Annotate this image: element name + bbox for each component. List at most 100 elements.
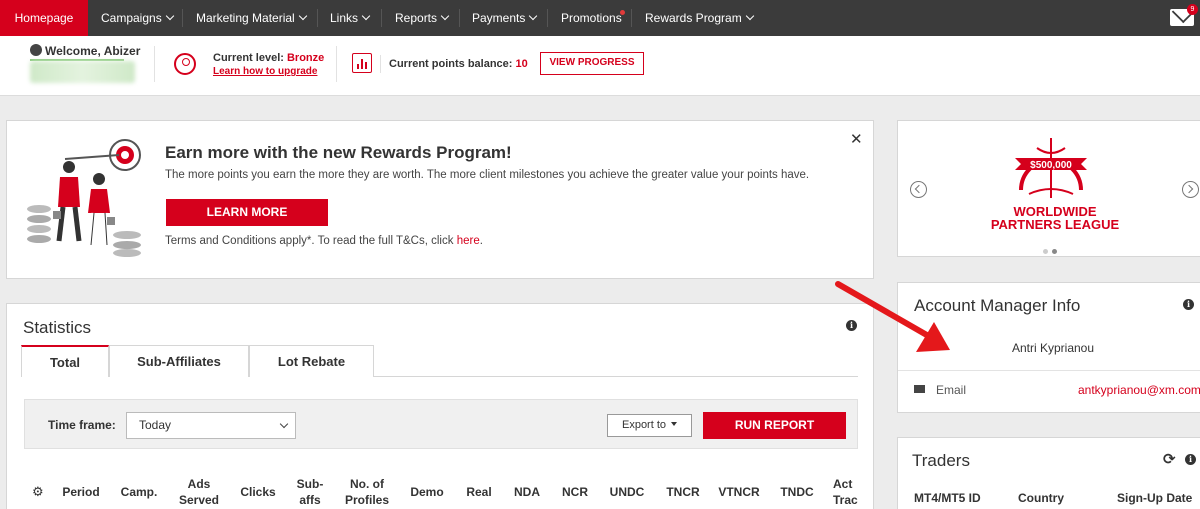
terms-link[interactable]: here bbox=[457, 235, 480, 247]
email-label: Email bbox=[936, 383, 967, 397]
annotation-arrow-icon bbox=[835, 281, 950, 352]
manager-email-link[interactable]: antkyprianou@xm.com bbox=[1078, 383, 1200, 397]
header-divider bbox=[154, 46, 155, 82]
info-icon[interactable]: i bbox=[1183, 299, 1194, 310]
league-amount: $500,000 bbox=[1030, 160, 1072, 171]
nav-reports-label: Reports bbox=[395, 11, 438, 25]
tab-sub-affiliates[interactable]: Sub-Affiliates bbox=[109, 345, 249, 377]
nav-links[interactable]: Links bbox=[330, 0, 371, 36]
nav-divider bbox=[317, 9, 318, 27]
nav-divider bbox=[631, 9, 632, 27]
timeframe-select[interactable]: Today bbox=[126, 412, 296, 439]
points-balance: Current points balance: 10 bbox=[389, 58, 528, 70]
column-header-line: Sub- bbox=[296, 477, 324, 491]
chevron-down-icon bbox=[529, 11, 538, 21]
nav-divider bbox=[182, 9, 183, 27]
user-icon bbox=[30, 44, 42, 56]
globe-badge-icon: $500,000 bbox=[1015, 138, 1087, 198]
traders-panel: Traders ⟳ i MT4/MT5 ID Country Sign-Up D… bbox=[897, 437, 1200, 509]
gear-icon[interactable]: ⚙ bbox=[32, 484, 44, 500]
traders-column-header: Country bbox=[1018, 491, 1064, 505]
column-header-period[interactable]: Period bbox=[57, 484, 105, 500]
nav-links-label: Links bbox=[330, 11, 359, 25]
nav-divider bbox=[381, 9, 382, 27]
nav-payments[interactable]: Payments bbox=[472, 0, 538, 36]
nav-marketing-material[interactable]: Marketing Material bbox=[196, 0, 307, 36]
level-badge-icon bbox=[174, 53, 196, 75]
nav-rewards-program[interactable]: Rewards Program bbox=[645, 0, 754, 36]
divider bbox=[898, 370, 1200, 371]
run-report-button[interactable]: RUN REPORT bbox=[703, 412, 846, 439]
carousel-dot[interactable] bbox=[1043, 249, 1048, 254]
traders-column-header: Sign-Up Date bbox=[1117, 491, 1193, 505]
nav-marketing-material-label: Marketing Material bbox=[196, 11, 295, 25]
column-header-line: Ads bbox=[187, 477, 211, 491]
column-header-demo[interactable]: Demo bbox=[403, 484, 451, 500]
league-title-line2: PARTNERS LEAGUE bbox=[990, 217, 1120, 232]
export-dropdown[interactable]: Export to bbox=[607, 414, 692, 437]
points-balance-value: 10 bbox=[515, 58, 528, 70]
points-balance-prefix: Current points balance: bbox=[389, 58, 513, 70]
nav-payments-label: Payments bbox=[472, 11, 526, 25]
column-header-campaign[interactable]: Camp. bbox=[115, 484, 163, 500]
column-header-line: Trac bbox=[833, 493, 858, 507]
info-icon[interactable]: i bbox=[1185, 454, 1196, 465]
column-header-vtncr[interactable]: VTNCR bbox=[711, 484, 767, 500]
nav-campaigns[interactable]: Campaigns bbox=[101, 0, 174, 36]
carousel-prev-icon[interactable] bbox=[910, 181, 927, 198]
chevron-down-icon bbox=[440, 11, 450, 21]
upgrade-link[interactable]: Learn how to upgrade bbox=[213, 66, 317, 77]
refresh-icon[interactable]: ⟳ bbox=[1163, 450, 1176, 468]
mail-count-badge: 9 bbox=[1187, 4, 1198, 15]
nav-homepage[interactable]: Homepage bbox=[0, 0, 88, 36]
column-header-line: Profiles bbox=[344, 493, 389, 507]
column-header-undc[interactable]: UNDC bbox=[603, 484, 651, 500]
close-icon[interactable]: ✕ bbox=[850, 130, 863, 148]
column-header-ads-served[interactable]: Ads Served bbox=[175, 476, 223, 508]
current-level-prefix: Current level: bbox=[213, 52, 284, 64]
terms-text: Terms and Conditions apply*. To read the… bbox=[165, 235, 483, 247]
redacted-account-info bbox=[30, 61, 135, 83]
column-header-tncr[interactable]: TNCR bbox=[659, 484, 707, 500]
nav-divider bbox=[547, 9, 548, 27]
column-header-real[interactable]: Real bbox=[455, 484, 503, 500]
chevron-down-icon bbox=[361, 11, 371, 21]
view-progress-button[interactable]: VIEW PROGRESS bbox=[540, 52, 644, 75]
column-header-line: affs bbox=[299, 493, 321, 507]
traders-column-header: MT4/MT5 ID bbox=[914, 491, 981, 505]
current-level: Current level: Bronze bbox=[213, 52, 324, 64]
carousel-dot-active[interactable] bbox=[1052, 249, 1057, 254]
league-carousel: $500,000 WORLDWIDE PARTNERS LEAGUE bbox=[897, 120, 1200, 257]
tab-lot-rebate[interactable]: Lot Rebate bbox=[249, 345, 374, 377]
column-header-nda[interactable]: NDA bbox=[503, 484, 551, 500]
carousel-next-icon[interactable] bbox=[1182, 181, 1199, 198]
rewards-title: Earn more with the new Rewards Program! bbox=[165, 143, 512, 162]
nav-rewards-program-label: Rewards Program bbox=[645, 11, 742, 25]
statistics-panel: Statistics i Total Sub-Affiliates Lot Re… bbox=[6, 303, 874, 509]
traders-title: Traders bbox=[912, 451, 970, 470]
column-header-ncr[interactable]: NCR bbox=[551, 484, 599, 500]
header-divider bbox=[336, 46, 337, 82]
header-divider bbox=[380, 55, 381, 73]
timeframe-label: Time frame: bbox=[48, 418, 116, 432]
nav-campaigns-label: Campaigns bbox=[101, 11, 162, 25]
learn-more-button[interactable]: LEARN MORE bbox=[166, 199, 328, 226]
chevron-down-icon bbox=[165, 11, 174, 21]
nav-reports[interactable]: Reports bbox=[395, 0, 450, 36]
column-header-clicks[interactable]: Clicks bbox=[234, 484, 282, 500]
tab-baseline bbox=[373, 376, 858, 377]
column-header-sub-affs[interactable]: Sub-affs bbox=[286, 476, 334, 508]
nav-promotions[interactable]: Promotions bbox=[561, 0, 622, 36]
welcome-label: Welcome, Abizer bbox=[45, 44, 141, 58]
terms-text-end: . bbox=[479, 235, 483, 247]
league-title: WORLDWIDE PARTNERS LEAGUE bbox=[970, 205, 1140, 231]
column-header-tndc[interactable]: TNDC bbox=[773, 484, 821, 500]
export-label: Export to bbox=[621, 419, 667, 431]
top-navigation: Homepage Campaigns Marketing Material Li… bbox=[0, 0, 1200, 36]
current-level-value: Bronze bbox=[286, 52, 325, 64]
tab-total[interactable]: Total bbox=[21, 345, 109, 377]
column-header-profiles[interactable]: No. of Profiles bbox=[341, 476, 393, 508]
user-header: Welcome, Abizer Current level: Bronze Le… bbox=[0, 36, 1200, 96]
column-header-active-traders[interactable]: Act Trac bbox=[833, 476, 869, 508]
terms-text-body: Terms and Conditions apply*. To read the… bbox=[165, 235, 454, 247]
